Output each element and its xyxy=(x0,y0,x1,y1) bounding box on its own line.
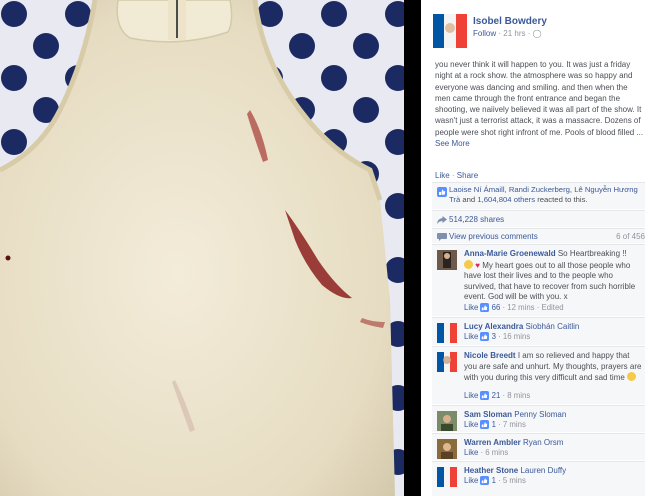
comment-bubble-icon xyxy=(437,233,447,241)
comment-item: Sam Sloman Penny Sloman Like 1 · 7 mins xyxy=(432,405,645,432)
reactions-suffix: reacted to this. xyxy=(535,195,588,204)
like-thumb-icon xyxy=(437,187,447,197)
comment-item: Nicole Breedt I am so relieved and happy… xyxy=(432,346,645,404)
comment-like-link[interactable]: Like xyxy=(464,420,478,429)
like-count-icon xyxy=(480,476,490,485)
tagged-user[interactable]: Lauren Duffy xyxy=(520,466,566,475)
comment-meta: Like · 6 mins xyxy=(464,448,508,457)
post-text: you never think it will happen to you. I… xyxy=(435,60,644,137)
view-previous-comments-link[interactable]: View previous comments xyxy=(449,232,538,241)
comment-body: Sam Sloman Penny Sloman xyxy=(464,410,644,421)
share-link[interactable]: Share xyxy=(457,171,478,180)
comment-like-link[interactable]: Like xyxy=(464,391,478,400)
comment-time: · 7 mins xyxy=(498,420,526,429)
smile-emoji-icon xyxy=(627,372,637,381)
view-previous-row: View previous comments 6 of 456 xyxy=(432,228,645,243)
follow-link[interactable]: Follow xyxy=(473,29,496,38)
comment-body: Heather Stone Lauren Duffy xyxy=(464,466,644,477)
comment-meta: Like 1 · 5 mins xyxy=(464,476,526,485)
comment-item: Lucy Alexandra Siobhán Caitlin Like 3 · … xyxy=(432,317,645,345)
bloodstained-shirt-photo xyxy=(0,0,404,496)
post-body: you never think it will happen to you. I… xyxy=(435,59,645,149)
commenter-avatar[interactable] xyxy=(437,323,457,343)
comment-time: · 6 mins xyxy=(480,448,509,457)
like-count-icon xyxy=(480,391,490,400)
comment-time: · 5 mins xyxy=(498,476,526,485)
comment-body: Nicole Breedt I am so relieved and happy… xyxy=(464,351,644,384)
comment-text: So Heartbreaking !! xyxy=(557,249,627,258)
smile-emoji-icon xyxy=(464,259,473,269)
comment-like-link[interactable]: Like xyxy=(464,448,478,457)
commenter-avatar[interactable] xyxy=(437,250,457,270)
comment-like-count[interactable]: 66 xyxy=(492,303,501,312)
comment-like-count[interactable]: 21 xyxy=(492,391,501,400)
comment-meta: Like 1 · 7 mins xyxy=(464,420,526,429)
comment-time: · 8 mins xyxy=(502,391,531,400)
tagged-user[interactable]: Ryan Orsm xyxy=(523,438,563,447)
comment-count: 6 of 456 xyxy=(616,232,645,241)
reactions-others-link[interactable]: 1,604,804 others xyxy=(477,195,535,204)
comment-meta: Like 3 · 16 mins xyxy=(464,332,530,341)
tagged-user[interactable]: Siobhán Caitlin xyxy=(526,322,580,331)
comment-like-link[interactable]: Like xyxy=(464,303,478,312)
post-actions: Like · Share xyxy=(435,171,478,180)
like-link[interactable]: Like xyxy=(435,171,450,180)
like-count-icon xyxy=(480,420,490,429)
commenter-avatar[interactable] xyxy=(437,352,457,372)
shares-count[interactable]: 514,228 shares xyxy=(449,215,504,224)
comment-item: Heather Stone Lauren Duffy Like 1 · 5 mi… xyxy=(432,461,645,496)
post-meta: Follow · 21 hrs · ◯ xyxy=(473,29,542,38)
comment-body: Anna-Marie Groenewald So Heartbreaking !… xyxy=(464,249,644,303)
comment-time: · 12 mins · Edited xyxy=(502,303,564,312)
commenter-name[interactable]: Heather Stone xyxy=(464,466,518,475)
shares-row[interactable]: 514,228 shares xyxy=(432,210,645,227)
comment-meta: Like 21 · 8 mins xyxy=(464,391,530,400)
author-name[interactable]: Isobel Bowdery xyxy=(473,16,547,27)
see-more-link[interactable]: See More xyxy=(435,139,470,148)
comment-like-count[interactable]: 1 xyxy=(492,420,496,429)
commenter-avatar[interactable] xyxy=(437,467,457,487)
comment-like-link[interactable]: Like xyxy=(464,332,478,341)
comment-like-count[interactable]: 3 xyxy=(492,332,496,341)
author-avatar[interactable] xyxy=(433,14,467,48)
reactions-summary: Laoise Ní Ámaill, Randi Zuckerberg, Lê N… xyxy=(432,182,645,209)
like-count-icon xyxy=(480,332,490,341)
commenter-avatar[interactable] xyxy=(437,439,457,459)
share-arrow-icon xyxy=(437,216,447,224)
commenter-name[interactable]: Anna-Marie Groenewald xyxy=(464,249,556,258)
heart-emoji-icon: ♥ xyxy=(475,260,480,270)
comment-like-link[interactable]: Like xyxy=(464,476,478,485)
comment-item: Anna-Marie Groenewald So Heartbreaking !… xyxy=(432,244,645,316)
globe-icon: ◯ xyxy=(532,29,542,38)
comment-text-continued: My heart goes out to all those people wh… xyxy=(464,260,636,302)
commenter-name[interactable]: Warren Ambler xyxy=(464,438,521,447)
comment-like-count[interactable]: 1 xyxy=(492,476,496,485)
comment-body: Warren Ambler Ryan Orsm xyxy=(464,438,644,449)
commenter-name[interactable]: Lucy Alexandra xyxy=(464,322,523,331)
action-separator: · xyxy=(449,171,457,180)
commenter-name[interactable]: Nicole Breedt xyxy=(464,351,516,360)
comment-item: Warren Ambler Ryan Orsm Like · 6 mins xyxy=(432,433,645,460)
post-header: Isobel Bowdery Follow · 21 hrs · ◯ xyxy=(421,0,650,54)
comment-body: Lucy Alexandra Siobhán Caitlin xyxy=(464,322,644,333)
photo-viewer: Isobel Bowdery Follow · 21 hrs · ◯ you n… xyxy=(0,0,650,496)
like-count-icon xyxy=(480,303,490,312)
comment-time: · 16 mins xyxy=(498,332,531,341)
commenter-avatar[interactable] xyxy=(437,411,457,431)
commenter-name[interactable]: Sam Sloman xyxy=(464,410,512,419)
comment-meta: Like 66 · 12 mins · Edited xyxy=(464,303,564,312)
reactions-and: and xyxy=(460,195,478,204)
post-time: · 21 hrs · xyxy=(498,29,531,38)
post-photo[interactable] xyxy=(0,0,404,496)
tagged-user[interactable]: Penny Sloman xyxy=(514,410,566,419)
